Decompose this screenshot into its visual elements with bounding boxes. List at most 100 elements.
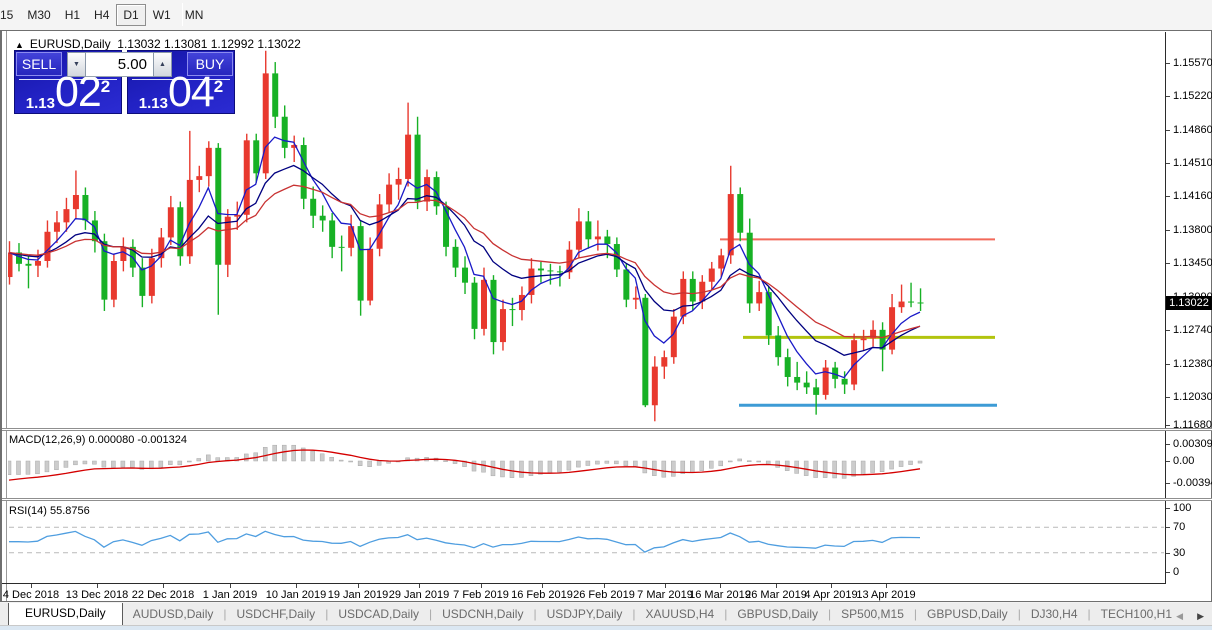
candle-body [727,194,734,256]
price-axis-tick [1166,96,1170,97]
candle-body [281,116,288,148]
indicator-scale-tick [1166,444,1170,445]
macd-histogram-bar [149,460,154,470]
candle-body [661,357,668,367]
candle-body [25,263,32,266]
candle-body [101,241,108,300]
chart-tab-eurusd-daily[interactable]: EURUSD,Daily [8,603,123,625]
candle-body [205,147,212,177]
mt4-workspace: 15 M30 H1 H4 D1 W1 MN ▲ EURUSD,Daily 1.13032 1.… [0,0,1212,630]
timeframe-button-m30[interactable]: M30 [20,4,57,26]
macd-histogram-bar [870,460,875,473]
volume-input[interactable] [86,52,153,77]
candle-body [253,140,260,174]
macd-pane-separator[interactable] [2,428,1212,431]
candle-body [34,261,41,266]
candle-body [547,270,554,272]
candle-body [395,178,402,185]
macd-histogram-bar [120,460,126,468]
price-axis-label: 1.14510 [1173,156,1212,169]
time-axis-border [2,583,1165,584]
tab-scroll-left-icon[interactable]: ◀ [1176,611,1183,622]
volume-increase-icon[interactable]: ▲ [153,52,172,77]
time-axis-tick [886,584,887,588]
chart-tab-tech100-h1[interactable]: TECH100,H1 [1091,604,1182,625]
rsi-line [9,530,921,553]
indicator-scale-label: 100 [1173,502,1192,514]
tab-scroll-right-icon[interactable]: ▶ [1197,611,1204,622]
time-axis-tick [31,584,32,588]
timeframe-button-w1[interactable]: W1 [146,4,178,26]
candle-body [338,246,345,248]
chart-tab-xauusd-h4[interactable]: XAUUSD,H4 [636,604,725,625]
candle-body [775,335,782,358]
macd-histogram-bar [642,460,648,474]
time-axis-label: 10 Jan 2019 [265,589,327,601]
candle-body [575,221,582,250]
buy-button[interactable]: BUY [187,52,233,76]
price-axis-label: 1.13450 [1173,256,1212,269]
chart-tab-usdcad-daily[interactable]: USDCAD,Daily [328,604,429,625]
toolbar-separator [182,3,183,26]
candle-body [908,301,915,303]
candle-body [632,297,639,300]
time-axis-tick [358,584,359,588]
price-axis-tick [1166,329,1170,331]
macd-histogram-bar [576,460,581,468]
one-click-collapse-icon[interactable]: ▲ [15,40,24,50]
indicator-scale-label: 0.00 [1173,455,1195,467]
chart-tab-usdchf-daily[interactable]: USDCHF,Daily [227,604,326,625]
candle-body [594,236,601,240]
macd-histogram-bar [158,460,164,468]
chart-tab-gbpusd-daily[interactable]: GBPUSD,Daily [727,604,828,625]
candle-body [310,198,317,216]
time-axis-tick [97,584,98,588]
indicator-scale-label: -0.003947 [1173,477,1212,489]
time-axis-label: 7 Feb 2019 [453,589,509,601]
macd-histogram-bar [177,460,183,466]
candle-body [471,282,478,329]
candle-body [243,140,250,215]
price-axis-tick [1166,129,1170,131]
macd-histogram-bar [585,460,591,466]
chart-tab-usdjpy-daily[interactable]: USDJPY,Daily [537,604,633,625]
macd-histogram-bar [130,460,135,468]
candle-body [604,236,611,245]
candle-body [623,269,630,300]
chart-tab-audusd-daily[interactable]: AUDUSD,Daily [123,604,224,625]
timeframe-toolbar: 15 M30 H1 H4 D1 W1 MN [0,0,1212,30]
volume-decrease-icon[interactable]: ▼ [67,52,86,77]
macd-histogram-bar [557,460,562,473]
macd-histogram-bar [765,460,771,465]
macd-histogram-bar [727,460,733,463]
macd-histogram-bar [879,460,885,473]
candle-body [556,271,563,273]
sell-button[interactable]: SELL [16,52,62,76]
chart-tab-dj30-h4[interactable]: DJ30,H4 [1021,604,1088,625]
time-axis-tick [604,584,605,588]
time-axis-label: 4 Dec 2018 [2,589,60,601]
rsi-indicator-chart[interactable] [8,501,1165,583]
chart-tab-usdcnh-daily[interactable]: USDCNH,Daily [432,604,533,625]
candle-body [689,278,696,302]
macd-label: MACD(12,26,9) 0.000080 -0.001324 [9,434,187,446]
macd-histogram-bar [851,460,856,477]
macd-histogram-bar [291,444,296,462]
indicator-scale-tick [1166,553,1170,554]
price-axis-label: 1.15220 [1173,90,1212,102]
sell-price: 1.13 02 2 [15,71,121,114]
chart-tab-sp500-m15[interactable]: SP500,M15 [831,604,914,625]
timeframe-button-h4[interactable]: H4 [87,4,116,26]
status-strip [0,626,1212,630]
rsi-pane-separator[interactable] [2,498,1212,501]
timeframe-button-d1[interactable]: D1 [116,4,146,26]
timeframe-button-15[interactable]: 15 [0,4,20,26]
price-axis-tick [1166,425,1170,426]
timeframe-button-h1[interactable]: H1 [58,4,87,26]
macd-histogram-bar [671,460,676,477]
chart-tab-gbpusd-daily[interactable]: GBPUSD,Daily [917,604,1018,625]
indicator-scale-label: 70 [1173,521,1186,533]
price-axis-tick [1166,396,1170,398]
macd-histogram-bar [889,460,894,470]
chart-window: ▲ EURUSD,Daily 1.13032 1.13081 1.12992 1.… [0,30,1212,602]
